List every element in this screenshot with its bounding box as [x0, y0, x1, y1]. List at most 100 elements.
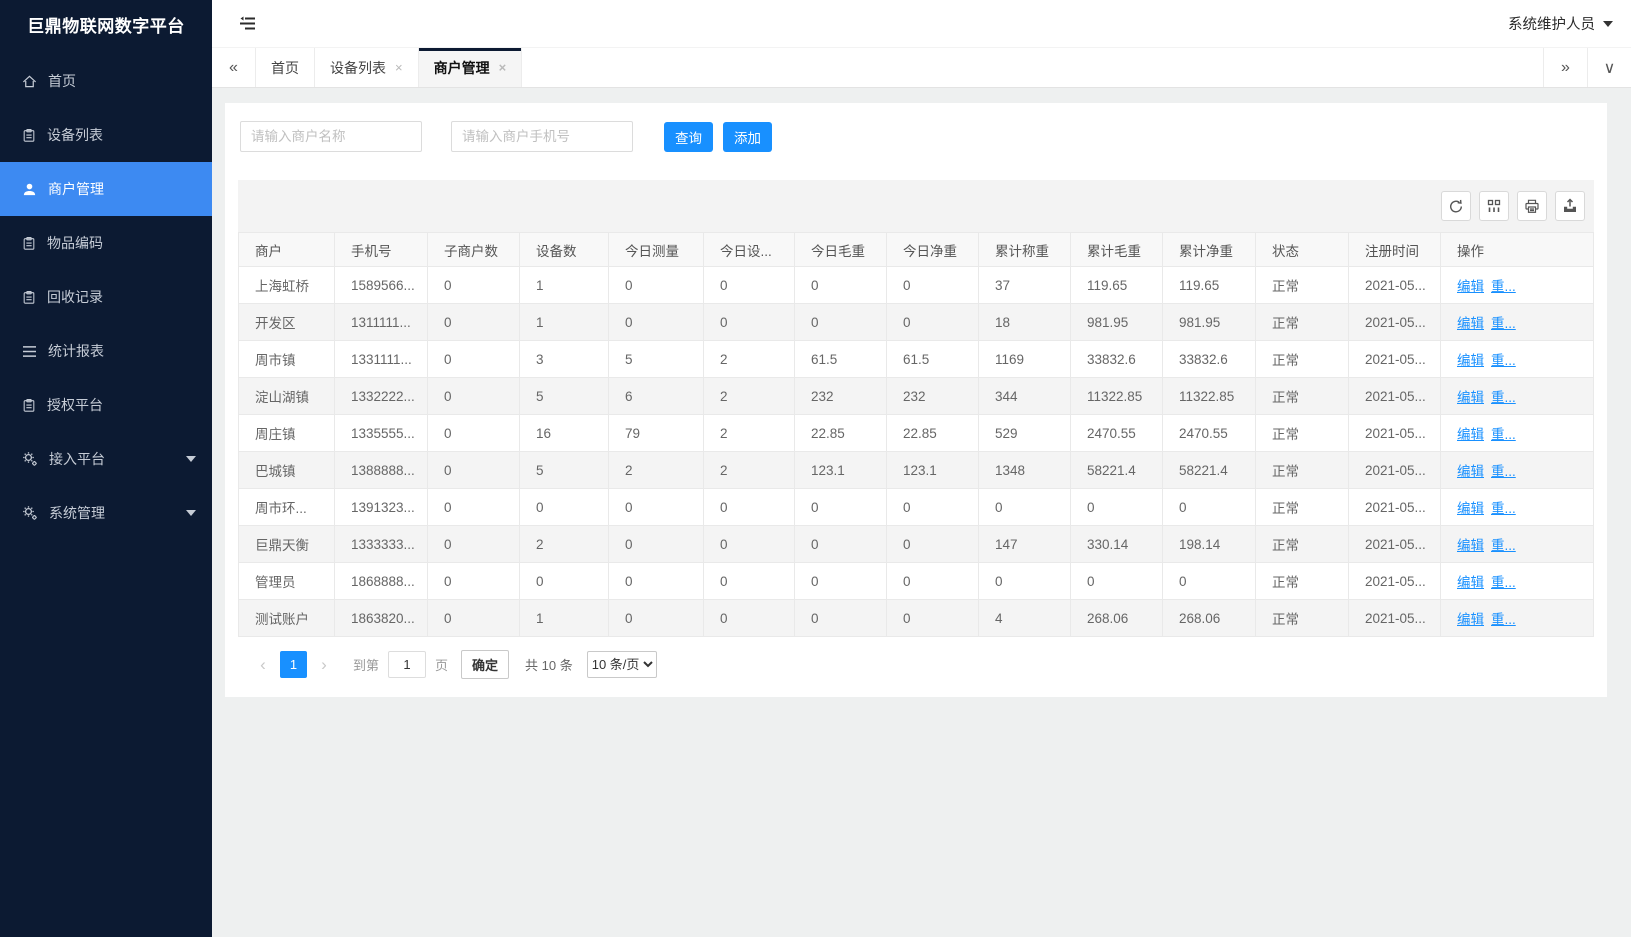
- sidebar-item-5[interactable]: 统计报表: [0, 324, 212, 378]
- edit-link[interactable]: 编辑: [1457, 427, 1484, 442]
- tab-1[interactable]: 设备列表×: [315, 48, 419, 87]
- edit-link[interactable]: 编辑: [1457, 464, 1484, 479]
- sidebar-item-2[interactable]: 商户管理: [0, 162, 212, 216]
- tabs-scroll-right-icon[interactable]: »: [1543, 48, 1587, 87]
- sidebar-item-4[interactable]: 回收记录: [0, 270, 212, 324]
- reset-link[interactable]: 重...: [1491, 353, 1516, 368]
- next-page-icon[interactable]: ›: [313, 655, 335, 675]
- table-cell: 2: [520, 526, 609, 563]
- table-cell-actions: 编辑重...: [1441, 452, 1594, 489]
- sidebar-item-7[interactable]: 接入平台: [0, 432, 212, 486]
- edit-link[interactable]: 编辑: [1457, 538, 1484, 553]
- table-cell: 0: [428, 489, 520, 526]
- edit-link[interactable]: 编辑: [1457, 575, 1484, 590]
- table-cell: 5: [520, 378, 609, 415]
- merchant-phone-input[interactable]: [451, 121, 633, 152]
- merchant-name-input[interactable]: [240, 121, 422, 152]
- table-cell: 981.95: [1071, 304, 1163, 341]
- list-icon: [22, 345, 37, 358]
- reset-link[interactable]: 重...: [1491, 427, 1516, 442]
- goto-page-input[interactable]: [388, 651, 426, 678]
- table-cell: 0: [428, 304, 520, 341]
- app-window: 巨鼎物联网数字平台 首页设备列表商户管理物品编码回收记录统计报表授权平台接入平台…: [0, 0, 1631, 937]
- user-name: 系统维护人员: [1508, 13, 1595, 34]
- edit-link[interactable]: 编辑: [1457, 612, 1484, 627]
- table-cell: 1169: [979, 341, 1071, 378]
- table-cell: 正常: [1256, 489, 1349, 526]
- table-cell: 268.06: [1071, 600, 1163, 637]
- sidebar-item-label: 系统管理: [49, 503, 105, 523]
- edit-link[interactable]: 编辑: [1457, 353, 1484, 368]
- column-header-0: 商户: [239, 233, 335, 267]
- reset-link[interactable]: 重...: [1491, 279, 1516, 294]
- tab-0[interactable]: 首页: [256, 48, 315, 87]
- table-cell-actions: 编辑重...: [1441, 267, 1594, 304]
- tabs-scroll-left-icon[interactable]: «: [212, 48, 256, 87]
- prev-page-icon[interactable]: ‹: [252, 655, 274, 675]
- reset-link[interactable]: 重...: [1491, 501, 1516, 516]
- columns-icon[interactable]: [1479, 191, 1509, 221]
- reset-link[interactable]: 重...: [1491, 612, 1516, 627]
- table-cell: 2: [704, 378, 795, 415]
- page-size-select[interactable]: 10 条/页: [587, 651, 657, 678]
- sidebar: 巨鼎物联网数字平台 首页设备列表商户管理物品编码回收记录统计报表授权平台接入平台…: [0, 0, 212, 937]
- edit-link[interactable]: 编辑: [1457, 279, 1484, 294]
- table-cell: 268.06: [1163, 600, 1256, 637]
- table-cell: 3: [520, 341, 609, 378]
- table-cell: 1: [520, 304, 609, 341]
- content-area: 查询 添加 商户手机号子商户数设备数今日测量今日设...今日毛重今日净重累计称重…: [212, 88, 1631, 937]
- collapse-sidebar-icon[interactable]: [238, 15, 257, 32]
- table-cell: 1332222...: [335, 378, 428, 415]
- table-cell: 0: [609, 489, 704, 526]
- table-cell: 61.5: [887, 341, 979, 378]
- sidebar-item-6[interactable]: 授权平台: [0, 378, 212, 432]
- sidebar-item-1[interactable]: 设备列表: [0, 108, 212, 162]
- chevron-down-icon: [1603, 21, 1613, 27]
- add-button[interactable]: 添加: [723, 122, 772, 152]
- sidebar-item-0[interactable]: 首页: [0, 54, 212, 108]
- reset-link[interactable]: 重...: [1491, 575, 1516, 590]
- sidebar-item-3[interactable]: 物品编码: [0, 216, 212, 270]
- table-cell: 测试账户: [239, 600, 335, 637]
- reset-link[interactable]: 重...: [1491, 316, 1516, 331]
- reset-link[interactable]: 重...: [1491, 464, 1516, 479]
- close-tab-icon[interactable]: ×: [395, 60, 403, 75]
- export-icon[interactable]: [1555, 191, 1585, 221]
- table-cell: 147: [979, 526, 1071, 563]
- table-cell: 1391323...: [335, 489, 428, 526]
- tabs-collapse-icon[interactable]: ∨: [1587, 48, 1631, 87]
- sidebar-item-label: 物品编码: [47, 233, 103, 253]
- table-cell: 正常: [1256, 563, 1349, 600]
- confirm-page-button[interactable]: 确定: [461, 650, 509, 679]
- table-cell: 2021-05...: [1349, 304, 1441, 341]
- print-icon[interactable]: [1517, 191, 1547, 221]
- table-cell: 0: [1071, 563, 1163, 600]
- tab-label: 商户管理: [434, 58, 490, 78]
- table-cell: 123.1: [795, 452, 887, 489]
- query-button[interactable]: 查询: [664, 122, 713, 152]
- table-cell: 2021-05...: [1349, 452, 1441, 489]
- user-menu[interactable]: 系统维护人员: [1508, 13, 1613, 34]
- edit-link[interactable]: 编辑: [1457, 501, 1484, 516]
- table-row-4: 周庄镇1335555...01679222.8522.855292470.552…: [239, 415, 1594, 452]
- column-header-5: 今日设...: [704, 233, 795, 267]
- tab-2[interactable]: 商户管理 ×: [419, 48, 523, 87]
- chevron-down-icon: [186, 510, 196, 516]
- edit-link[interactable]: 编辑: [1457, 390, 1484, 405]
- column-header-7: 今日净重: [887, 233, 979, 267]
- refresh-icon[interactable]: [1441, 191, 1471, 221]
- table-cell: 330.14: [1071, 526, 1163, 563]
- reset-link[interactable]: 重...: [1491, 538, 1516, 553]
- edit-link[interactable]: 编辑: [1457, 316, 1484, 331]
- close-tab-icon[interactable]: ×: [499, 60, 507, 75]
- table-cell: 2470.55: [1071, 415, 1163, 452]
- reset-link[interactable]: 重...: [1491, 390, 1516, 405]
- page-number-button[interactable]: 1: [280, 651, 307, 678]
- table-cell: 正常: [1256, 378, 1349, 415]
- table-cell: 1388888...: [335, 452, 428, 489]
- table-cell-actions: 编辑重...: [1441, 489, 1594, 526]
- sidebar-item-8[interactable]: 系统管理: [0, 486, 212, 540]
- table-cell: 2021-05...: [1349, 526, 1441, 563]
- table-cell: 2021-05...: [1349, 489, 1441, 526]
- table-cell: 管理员: [239, 563, 335, 600]
